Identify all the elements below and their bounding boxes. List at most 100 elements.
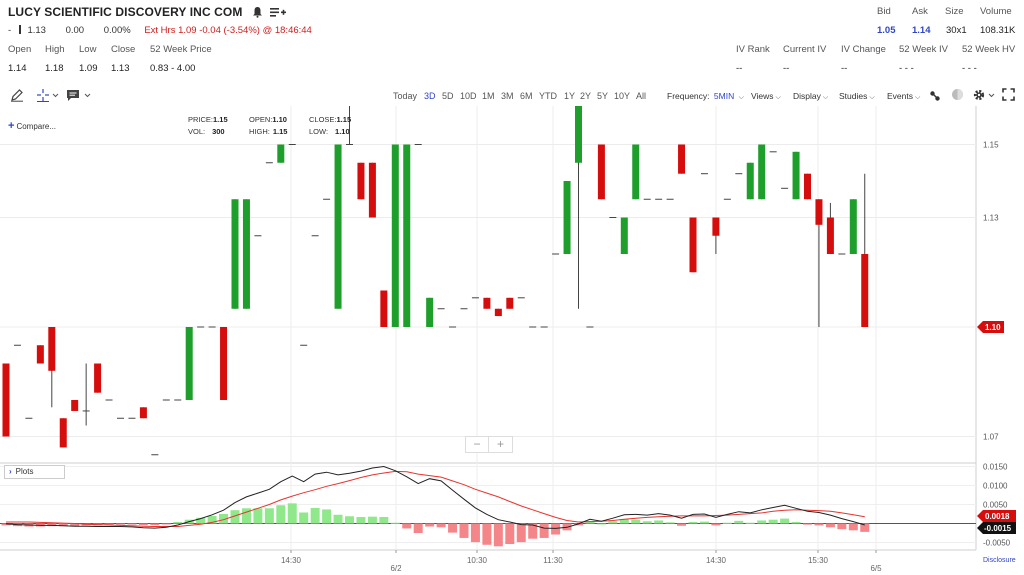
macd-histogram-bar [654,520,664,524]
ohlc-close-value: 1.15 [336,115,352,124]
time-tick-label: 14:30 [706,556,727,565]
macd-histogram-bar [539,523,549,538]
add-to-watchlist-icon[interactable] [270,6,287,21]
price-tick-label: 1.07 [983,433,999,442]
range-1y[interactable]: 1Y [564,91,575,101]
macd-panel [0,465,976,547]
compare-button[interactable]: + Compare... [8,120,56,132]
macd-histogram-bar [791,521,801,524]
range-today[interactable]: Today [393,91,417,101]
crosshair-icon[interactable] [36,88,60,107]
range-all[interactable]: All [636,91,646,101]
candle-body [597,144,605,200]
ohlc-open: OPEN:1.10 [249,115,287,124]
display-menu[interactable]: Display ⌵ [793,91,828,102]
views-menu[interactable]: Views ⌵ [751,91,781,102]
events-menu[interactable]: Events ⌵ [887,91,920,102]
ask-label: Ask [912,6,928,17]
price-change: 0.00 [65,25,85,36]
macd-line-value: -0.0015 [984,524,1012,533]
macd-histogram-bar [493,523,503,547]
ohlc-price-label: PRICE: [188,115,214,124]
candle-body [506,297,514,309]
macd-histogram-bar [688,521,698,524]
week52-hv-label: 52 Week HV [962,44,1016,55]
candle-body [792,151,800,200]
ohlc-price-value: 1.15 [213,115,228,124]
macd-histogram-bar [322,509,332,524]
plots-toggle[interactable]: › Plots [4,465,65,479]
bid-label: Bid [877,6,891,17]
candle-body [563,181,571,254]
time-tick-label: 10:30 [467,556,488,565]
macd-histogram-bar [780,518,790,524]
theme-icon[interactable] [951,88,964,106]
range-5d[interactable]: 5D [442,91,454,101]
range-2y[interactable]: 2Y [580,91,591,101]
macd-histogram-bar [127,523,137,525]
iv-change-label: IV Change [841,44,886,55]
ohlc-price: PRICE:1.15 [188,115,228,124]
high-label: High [45,44,65,55]
price-tick-label: 1.13 [983,214,999,223]
ohlc-open-label: OPEN: [249,115,273,124]
candle-body [712,217,720,236]
chevron-down-icon: ⌵ [738,94,744,101]
time-tick-label: 6/5 [870,564,882,573]
price-bar-icon [18,25,21,34]
macd-histogram-bar [596,523,606,525]
zoom-out-button[interactable]: − [466,437,489,452]
macd-histogram-bar [161,523,171,525]
candle-body [391,144,399,327]
candle-body [426,297,434,327]
macd-histogram-bar [848,523,858,531]
macd-histogram-bar [745,522,755,524]
price-tick-label: 1.15 [983,141,999,150]
alert-bell-icon[interactable] [252,6,263,21]
macd-histogram-bar [711,523,721,526]
frequency-selector[interactable]: Frequency: 5MIN ⌵ [667,91,744,102]
chevron-down-icon: ⌵ [915,94,921,101]
ohlc-vol-value: 300 [212,127,225,136]
notes-icon[interactable] [66,88,94,107]
draw-pen-icon[interactable] [10,88,24,107]
macd-tick-label: 0.0150 [983,463,1008,472]
symbol-title: LUCY SCIENTIFIC DISCOVERY INC COM [8,5,287,21]
extended-hours: Ext Hrs 1.09 -0.04 (-3.54%) @ 18:46:44 [144,25,312,36]
range-ytd[interactable]: YTD [539,91,557,101]
ohlc-high-label: HIGH: [249,127,270,136]
macd-histogram-bar [516,523,526,543]
ohlc-volume: VOL: 300 [188,127,225,136]
frequency-value: 5MIN [713,91,735,101]
range-6m[interactable]: 6M [520,91,533,101]
range-10y[interactable]: 10Y [614,91,630,101]
price-chart[interactable]: 1.15 1.13 1.10 1.07 14:30 6/2 10:30 11:30 14:30 1… [0,106,1024,575]
range-10d[interactable]: 10D [460,91,477,101]
disclosure-link[interactable]: Disclosure [983,557,1016,564]
volume-label: Volume [980,6,1012,17]
macd-tick-label: 0.0050 [983,501,1008,510]
settings-gear-icon[interactable] [972,88,998,107]
week52-price-value: 0.83 - 4.00 [150,63,196,74]
range-3d[interactable]: 3D [424,91,436,101]
last-price-label: 1.10 [985,323,1001,332]
macd-histogram-bar [470,523,480,543]
candle-body [678,144,686,174]
ask-value: 1.14 [912,25,931,36]
volume-value: 108.31K [980,25,1016,36]
drawing-tools-icon[interactable] [929,89,941,107]
range-1m[interactable]: 1M [482,91,495,101]
macd-histogram-bar [367,516,377,524]
candle-body [826,217,834,254]
candle-body [36,345,44,364]
studies-menu[interactable]: Studies ⌵ [839,91,875,102]
expand-icon[interactable] [1002,88,1015,106]
price-change-pct: 0.00% [103,25,131,36]
range-5y[interactable]: 5Y [597,91,608,101]
ohlc-low-value: 1.10 [335,127,350,136]
macd-histogram-bar [276,505,286,524]
range-3m[interactable]: 3M [501,91,514,101]
macd-histogram-bar [722,522,732,524]
zoom-in-button[interactable]: + [489,437,512,452]
candle-body [620,217,628,254]
